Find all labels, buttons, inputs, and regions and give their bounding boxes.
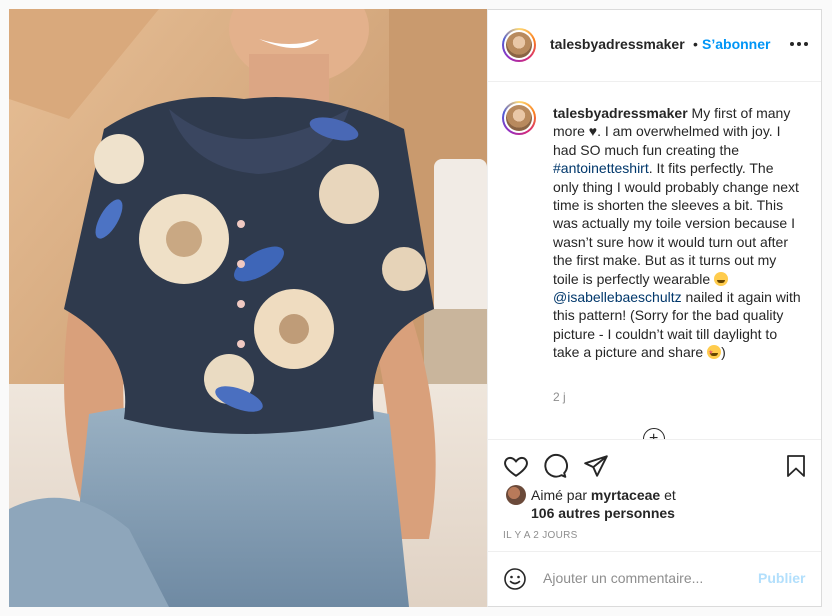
- emoji-picker-icon[interactable]: [503, 567, 527, 591]
- liked-by-prefix: Aimé par: [531, 487, 591, 503]
- comments-section: talesbyadressmaker My first of many more…: [488, 82, 821, 439]
- load-more-comments-icon[interactable]: [643, 428, 665, 439]
- others-count-link[interactable]: 106 autres personnes: [531, 505, 675, 521]
- post-actions: Aimé par myrtaceae et 106 autres personn…: [488, 439, 821, 551]
- post-photo-image: [9, 9, 487, 607]
- caption-text-part4: ): [721, 344, 726, 361]
- caption-text-part2: . It fits perfectly. The only thing I wo…: [553, 160, 799, 287]
- grimacing-emoji-icon: [714, 271, 729, 286]
- mention-link[interactable]: @isabellebaeschultz: [553, 289, 682, 305]
- liker-avatar[interactable]: [506, 485, 526, 505]
- hashtag-link[interactable]: #antoinetteshirt: [553, 160, 649, 176]
- caption-author-avatar[interactable]: [502, 101, 536, 135]
- post-header: talesbyadressmaker • S’abonner: [488, 10, 821, 82]
- post-side-panel: talesbyadressmaker • S’abonner talesbyad…: [487, 9, 822, 607]
- separator-dot: •: [693, 36, 698, 52]
- share-icon[interactable]: [583, 453, 609, 479]
- liker-username[interactable]: myrtaceae: [591, 487, 660, 503]
- caption-username[interactable]: talesbyadressmaker: [553, 105, 688, 121]
- publish-button[interactable]: Publier: [758, 570, 805, 586]
- post-timestamp[interactable]: IL Y A 2 JOURS: [503, 530, 578, 541]
- author-username[interactable]: talesbyadressmaker: [550, 36, 685, 52]
- liked-by-and: et: [660, 487, 676, 503]
- star-struck-emoji-icon: [707, 344, 722, 363]
- more-options-icon[interactable]: [790, 40, 808, 48]
- comment-input[interactable]: Ajouter un commentaire...: [543, 570, 703, 586]
- follow-button[interactable]: S’abonner: [702, 36, 770, 52]
- modal-backdrop: talesbyadressmaker • S’abonner talesbyad…: [0, 0, 832, 616]
- comment-icon[interactable]: [542, 453, 568, 479]
- author-avatar[interactable]: [502, 28, 536, 62]
- caption-timestamp[interactable]: 2 j: [553, 390, 566, 404]
- add-comment-bar: Ajouter un commentaire... Publier: [488, 551, 821, 607]
- bookmark-icon[interactable]: [784, 453, 808, 479]
- heart-icon[interactable]: [503, 453, 529, 479]
- post-caption: talesbyadressmaker My first of many more…: [553, 104, 801, 363]
- post-photo[interactable]: [9, 9, 487, 607]
